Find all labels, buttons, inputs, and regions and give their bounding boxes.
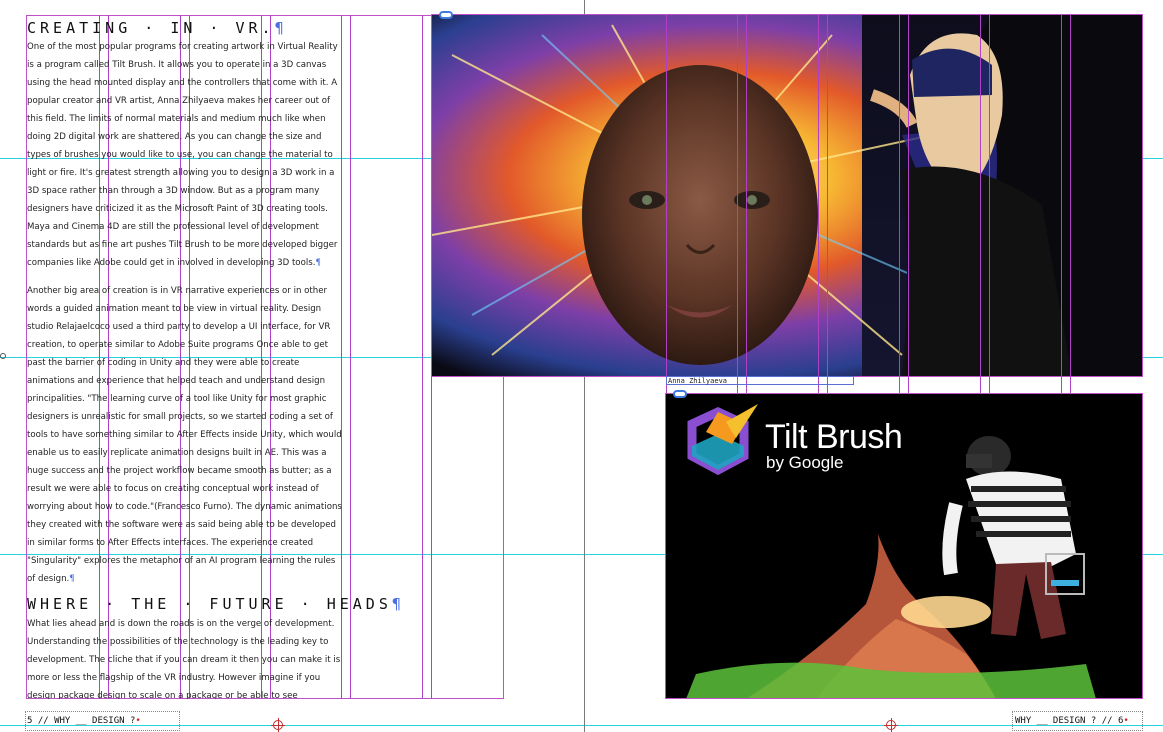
folio-text: 5 // WHY __ DESIGN ? <box>27 716 136 726</box>
folio-text: WHY __ DESIGN ? // 6 <box>1015 716 1124 726</box>
paragraph-text: What lies ahead and is down the roads is… <box>27 619 341 699</box>
folio-right[interactable]: WHY __ DESIGN ? // 6• <box>1012 711 1143 731</box>
pilcrow-mark: ¶ <box>391 595 401 613</box>
image-caption[interactable]: Anna Zhilyaeva <box>666 376 854 385</box>
heading-text: CREATING · IN · VR. <box>27 19 275 37</box>
link-icon[interactable] <box>439 11 453 19</box>
pilcrow-mark: ¶ <box>274 19 284 37</box>
paragraph-text: One of the most popular programs for cre… <box>27 42 338 268</box>
pilcrow-mark: ¶ <box>315 258 321 268</box>
column-guide <box>422 15 423 699</box>
paragraph-text: Another big area of creation is in VR na… <box>27 286 342 584</box>
paragraph-vr-narrative[interactable]: Another big area of creation is in VR na… <box>27 282 342 588</box>
anchor-marker <box>0 353 6 359</box>
overset-marker: • <box>1123 716 1129 726</box>
right-image-frame <box>431 14 1143 377</box>
folio-left[interactable]: 5 // WHY __ DESIGN ?• <box>25 711 180 731</box>
paragraph-tilt-brush[interactable]: One of the most popular programs for cre… <box>27 38 342 272</box>
pilcrow-mark: ¶ <box>69 574 75 584</box>
overset-marker: • <box>135 716 141 726</box>
heading-text: WHERE · THE · FUTURE · HEADS <box>27 595 392 613</box>
link-icon[interactable] <box>673 390 687 398</box>
registration-mark <box>271 718 285 732</box>
registration-mark <box>884 718 898 732</box>
heading-where-the-future-heads[interactable]: WHERE · THE · FUTURE · HEADS¶ <box>27 595 401 613</box>
tilt-brush-frame <box>665 393 1143 699</box>
heading-creating-in-vr[interactable]: CREATING · IN · VR.¶ <box>27 19 284 37</box>
paragraph-future[interactable]: What lies ahead and is down the roads is… <box>27 615 342 699</box>
